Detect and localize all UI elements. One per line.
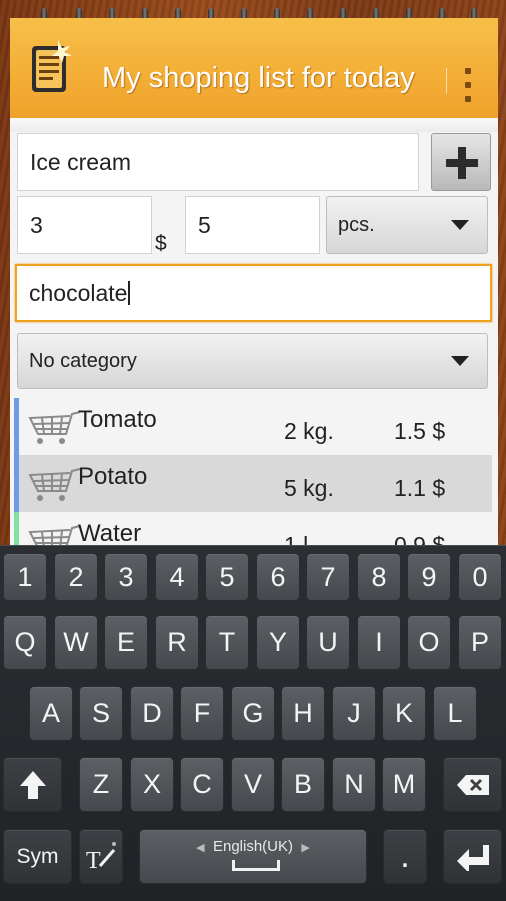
backspace-icon	[456, 774, 489, 795]
key-u[interactable]: U	[306, 615, 350, 670]
key-n[interactable]: N	[332, 757, 376, 812]
handwriting-key[interactable]: T	[79, 829, 123, 884]
key-f[interactable]: F	[180, 686, 224, 741]
shopping-list: Tomato 2 kg. 1.5 $ Potato 5 kg. 1.1 $ Wa…	[14, 398, 492, 545]
key-p[interactable]: P	[458, 615, 502, 670]
key-v[interactable]: V	[231, 757, 275, 812]
handwriting-pen-icon: T	[86, 841, 116, 874]
key-i[interactable]: I	[357, 615, 401, 670]
shift-arrow-icon	[19, 770, 46, 799]
item-name-value: Ice cream	[30, 148, 131, 175]
key-a[interactable]: A	[29, 686, 73, 741]
item-name: Tomato	[78, 406, 157, 433]
key-1[interactable]: 1	[3, 553, 47, 601]
symbols-key[interactable]: Sym	[3, 829, 72, 884]
notepad-app-icon	[28, 36, 76, 96]
item-name: Water	[78, 520, 142, 545]
key-g[interactable]: G	[231, 686, 275, 741]
key-6[interactable]: 6	[256, 553, 300, 601]
key-h[interactable]: H	[281, 686, 325, 741]
key-t[interactable]: T	[205, 615, 249, 670]
key-9[interactable]: 9	[407, 553, 451, 601]
add-item-button[interactable]	[431, 133, 491, 191]
overflow-menu-icon[interactable]	[458, 68, 478, 102]
shift-key[interactable]	[3, 757, 62, 812]
item-price: 0.9 $	[394, 532, 446, 545]
key-d[interactable]: D	[130, 686, 174, 741]
key-2[interactable]: 2	[54, 553, 98, 601]
language-label: ◀ English(UK) ▶	[196, 838, 310, 855]
category-color-bar	[14, 455, 19, 512]
period-key[interactable]: .	[383, 829, 427, 884]
header-fold	[10, 118, 498, 132]
app-title: My shoping list for today	[102, 62, 415, 94]
key-z[interactable]: Z	[79, 757, 123, 812]
key-3[interactable]: 3	[104, 553, 148, 601]
key-l[interactable]: L	[433, 686, 477, 741]
backspace-key[interactable]	[443, 757, 502, 812]
category-color-bar	[14, 512, 19, 545]
chevron-down-icon	[451, 356, 469, 366]
key-s[interactable]: S	[79, 686, 123, 741]
price-input[interactable]: 5	[185, 196, 320, 254]
key-w[interactable]: W	[54, 615, 98, 670]
key-k[interactable]: K	[382, 686, 426, 741]
key-j[interactable]: J	[332, 686, 376, 741]
key-5[interactable]: 5	[205, 553, 249, 601]
price-value: 5	[198, 211, 211, 238]
chevron-down-icon	[451, 220, 469, 230]
app-header: My shoping list for today	[10, 18, 498, 118]
quantity-value: 3	[30, 211, 43, 238]
category-dropdown[interactable]: No category	[17, 333, 488, 389]
note-input[interactable]: chocolate	[15, 264, 492, 322]
key-e[interactable]: E	[104, 615, 148, 670]
item-name: Potato	[78, 463, 148, 490]
list-item[interactable]: Water 1 l. 0.9 $	[14, 512, 492, 545]
space-key[interactable]: ◀ English(UK) ▶	[139, 829, 367, 884]
currency-symbol: $	[155, 232, 167, 255]
enter-arrow-icon	[456, 844, 489, 871]
list-item[interactable]: Potato 5 kg. 1.1 $	[14, 455, 492, 512]
item-price: 1.5 $	[394, 418, 446, 444]
unit-value: pcs.	[338, 213, 375, 236]
item-price: 1.1 $	[394, 475, 446, 501]
key-q[interactable]: Q	[3, 615, 47, 670]
key-x[interactable]: X	[130, 757, 174, 812]
key-b[interactable]: B	[281, 757, 325, 812]
key-8[interactable]: 8	[357, 553, 401, 601]
item-qty: 1 l.	[284, 532, 315, 545]
svg-text:T: T	[86, 848, 101, 874]
quantity-input[interactable]: 3	[17, 196, 152, 254]
key-0[interactable]: 0	[458, 553, 502, 601]
key-c[interactable]: C	[180, 757, 224, 812]
on-screen-keyboard: 1 2 3 4 5 6 7 8 9 0 Q W E R T Y U I O P …	[0, 545, 506, 901]
key-r[interactable]: R	[155, 615, 199, 670]
header-separator	[446, 68, 447, 94]
enter-key[interactable]	[443, 829, 502, 884]
list-item[interactable]: Tomato 2 kg. 1.5 $	[14, 398, 492, 455]
space-bar-icon	[232, 860, 280, 871]
key-7[interactable]: 7	[306, 553, 350, 601]
category-value: No category	[29, 349, 137, 372]
item-name-input[interactable]: Ice cream	[17, 133, 419, 191]
key-m[interactable]: M	[382, 757, 426, 812]
unit-dropdown[interactable]: pcs.	[326, 196, 488, 254]
key-4[interactable]: 4	[155, 553, 199, 601]
item-qty: 5 kg.	[284, 475, 334, 501]
note-value: chocolate	[29, 279, 128, 306]
text-cursor	[128, 281, 131, 305]
key-o[interactable]: O	[407, 615, 451, 670]
item-qty: 2 kg.	[284, 418, 334, 444]
key-y[interactable]: Y	[256, 615, 300, 670]
category-color-bar	[14, 398, 19, 455]
